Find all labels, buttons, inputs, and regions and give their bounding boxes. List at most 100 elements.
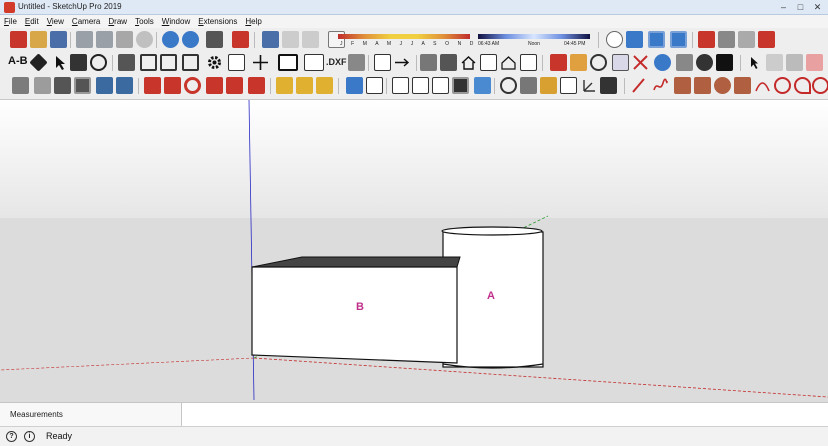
xray-icon[interactable]: [12, 77, 29, 94]
menu-edit[interactable]: Edit: [25, 17, 39, 26]
house-outline-icon[interactable]: [500, 54, 517, 71]
left-view-icon[interactable]: [392, 77, 409, 94]
hidden-line-icon[interactable]: [74, 77, 91, 94]
iso-view-icon[interactable]: [276, 77, 293, 94]
menu-camera[interactable]: Camera: [72, 17, 100, 26]
paint-icon[interactable]: [786, 54, 803, 71]
walk-icon[interactable]: [626, 31, 643, 48]
scale-icon[interactable]: [226, 77, 243, 94]
move-tool-icon[interactable]: [144, 77, 161, 94]
save-icon[interactable]: [50, 31, 67, 48]
pushpull-icon[interactable]: [374, 54, 391, 71]
rotate-tool-icon[interactable]: [184, 77, 201, 94]
get-models-icon[interactable]: [262, 31, 279, 48]
paste-icon[interactable]: [116, 31, 133, 48]
menu-help[interactable]: Help: [245, 17, 261, 26]
freehand-icon[interactable]: [652, 77, 669, 94]
search-icon[interactable]: [654, 54, 671, 71]
style-wire-icon[interactable]: [432, 77, 449, 94]
align-left-icon[interactable]: [140, 54, 157, 71]
top-view-icon[interactable]: [296, 77, 313, 94]
print-icon[interactable]: [206, 31, 223, 48]
tape-icon[interactable]: [500, 77, 517, 94]
shadow-time-slider[interactable]: 06:43 AM Noon 04:45 PM: [478, 31, 590, 49]
tape-measure-icon[interactable]: [570, 54, 587, 71]
select-arrow-icon[interactable]: [52, 54, 69, 71]
dxf-export-label[interactable]: .DXF: [326, 57, 347, 67]
rotated-rectangle-icon[interactable]: [694, 77, 711, 94]
footprints-icon[interactable]: [716, 54, 733, 71]
warehouse-3d-icon[interactable]: [420, 54, 437, 71]
rotate-icon[interactable]: [90, 54, 107, 71]
shaded-icon[interactable]: [96, 77, 113, 94]
copy-icon[interactable]: [96, 31, 113, 48]
rectangle-draw-icon[interactable]: [674, 77, 691, 94]
redo-icon[interactable]: [182, 31, 199, 48]
circle-icon[interactable]: [714, 77, 731, 94]
menu-extensions[interactable]: Extensions: [198, 17, 237, 26]
position-camera-icon[interactable]: [606, 31, 623, 48]
select-small-icon[interactable]: [746, 54, 763, 71]
polygon-icon[interactable]: [734, 77, 751, 94]
style-hidden-icon[interactable]: [452, 77, 469, 94]
undo-icon[interactable]: [162, 31, 179, 48]
text-tool-button[interactable]: A-B: [8, 55, 28, 67]
three-point-arc-icon[interactable]: [794, 77, 811, 94]
model-info-icon[interactable]: [232, 31, 249, 48]
layout-icon[interactable]: [718, 31, 735, 48]
paint-bucket-icon[interactable]: [550, 54, 567, 71]
settings-gear-icon[interactable]: [206, 54, 223, 71]
look-around-icon[interactable]: [648, 31, 665, 48]
grid-icon[interactable]: [228, 54, 245, 71]
back-edges-icon[interactable]: [34, 77, 51, 94]
rectangle-icon[interactable]: [278, 54, 298, 71]
new-model-icon[interactable]: [10, 31, 27, 48]
eraser-icon[interactable]: [806, 54, 823, 71]
pie-icon[interactable]: [812, 77, 828, 94]
dimension-tool-icon[interactable]: [520, 77, 537, 94]
info-icon[interactable]: i: [24, 431, 35, 442]
right-view-icon[interactable]: [346, 77, 363, 94]
home-icon[interactable]: [460, 54, 477, 71]
make-component-icon[interactable]: [766, 54, 783, 71]
line-icon[interactable]: [630, 77, 647, 94]
zoom-window-icon[interactable]: [612, 54, 629, 71]
axes-tool-icon[interactable]: [580, 77, 597, 94]
3d-text-icon[interactable]: [600, 77, 617, 94]
maximize-button[interactable]: □: [794, 1, 807, 13]
dynamic-components-icon[interactable]: [758, 31, 775, 48]
zoom-extents-icon[interactable]: [632, 54, 649, 71]
style-shaded-icon[interactable]: [474, 77, 491, 94]
front-view-icon[interactable]: [316, 77, 333, 94]
box-icon[interactable]: [520, 54, 537, 71]
zoom-icon[interactable]: [590, 54, 607, 71]
arc-icon[interactable]: [754, 77, 771, 94]
protractor-icon[interactable]: [676, 54, 693, 71]
text-label-icon[interactable]: [560, 77, 577, 94]
building-icon[interactable]: [480, 54, 497, 71]
protractor-tool-icon[interactable]: [540, 77, 557, 94]
menu-file[interactable]: File: [4, 17, 17, 26]
close-button[interactable]: ✕: [811, 1, 824, 13]
shadow-date-slider[interactable]: J F M A M J J A S O N D: [338, 31, 473, 49]
offset-icon[interactable]: [248, 77, 265, 94]
share-model-icon[interactable]: [282, 31, 299, 48]
dimension-icon[interactable]: [29, 53, 48, 72]
menu-window[interactable]: Window: [162, 17, 190, 26]
distribute-icon[interactable]: [182, 54, 199, 71]
menu-tools[interactable]: Tools: [135, 17, 154, 26]
two-point-arc-icon[interactable]: [774, 77, 791, 94]
measurements-box[interactable]: Measurements: [0, 403, 182, 427]
printer-icon[interactable]: [348, 54, 365, 71]
pushpull-tool-icon[interactable]: [164, 77, 181, 94]
component-icon[interactable]: [440, 54, 457, 71]
dxf-export-box-icon[interactable]: [304, 54, 324, 71]
back-view-icon[interactable]: [366, 77, 383, 94]
minimize-button[interactable]: –: [777, 1, 790, 13]
share-component-icon[interactable]: [302, 31, 319, 48]
shaded-textures-icon[interactable]: [116, 77, 133, 94]
align-center-icon[interactable]: [160, 54, 177, 71]
axes-move-icon[interactable]: [252, 54, 269, 71]
geo-location-icon[interactable]: ?: [6, 431, 17, 442]
style-xray-icon[interactable]: [412, 77, 429, 94]
